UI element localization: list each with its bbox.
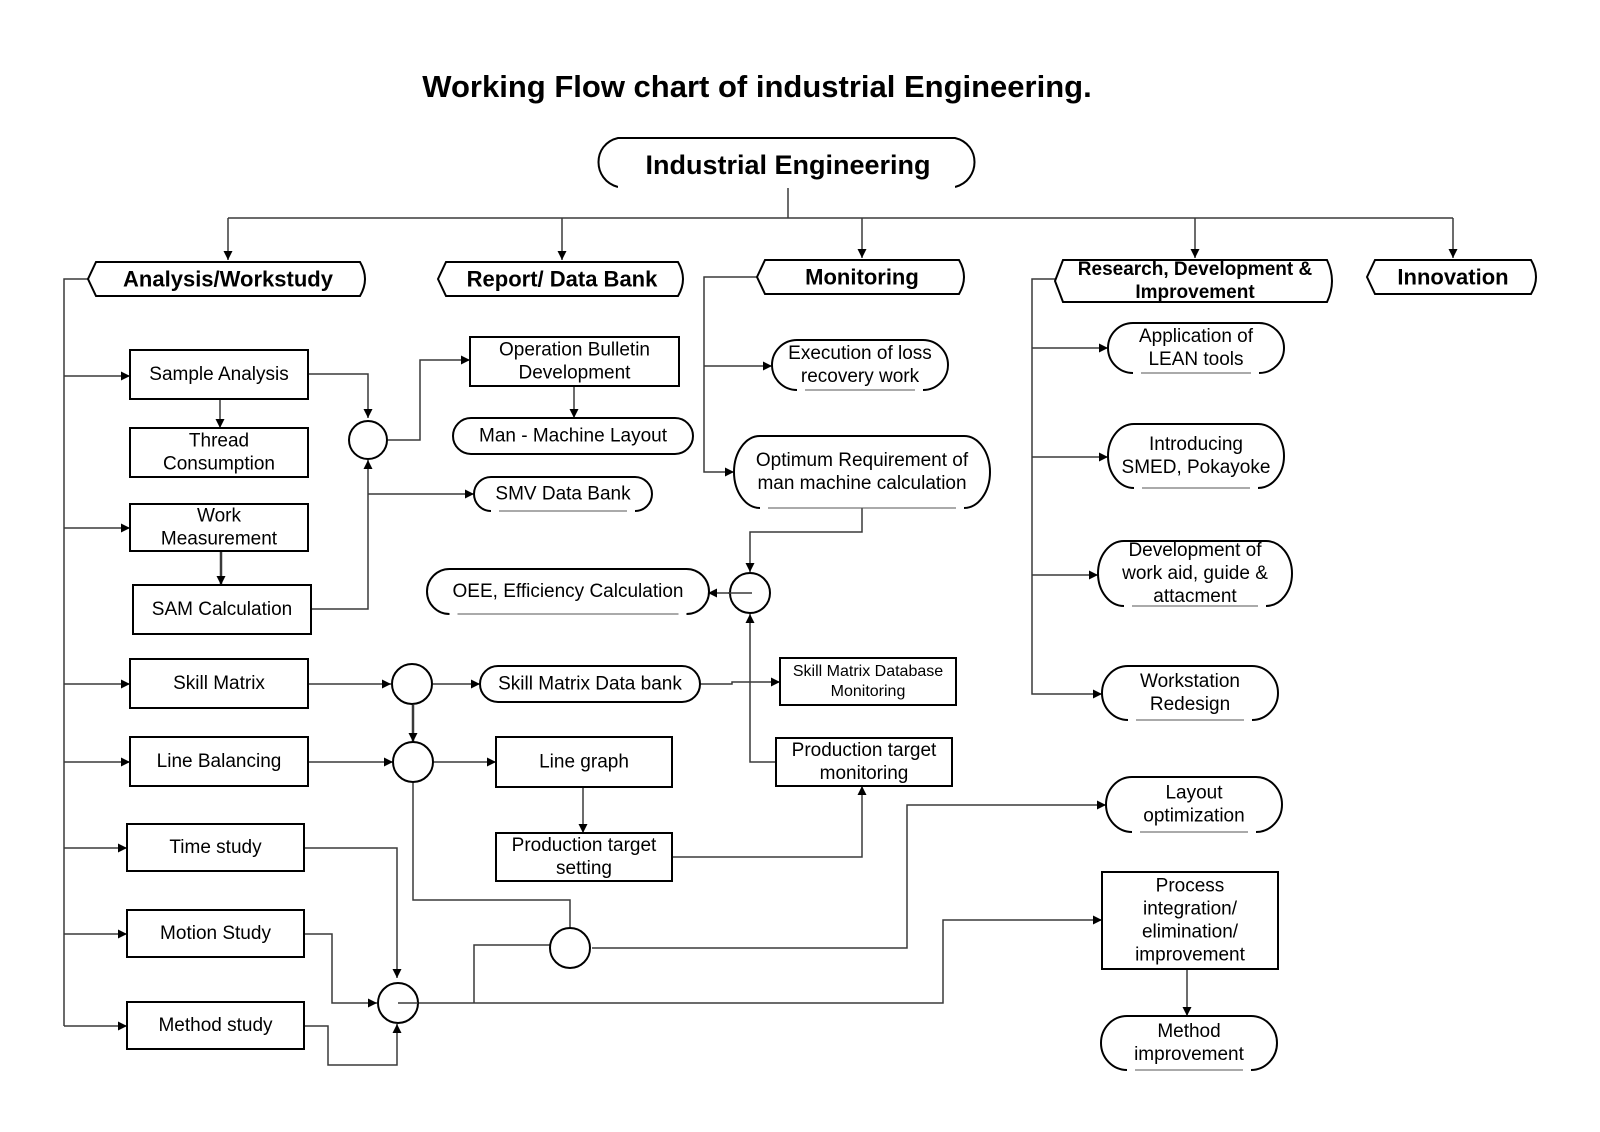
node-label-line: optimization bbox=[1143, 806, 1244, 827]
category-label: Report/ Data Bank bbox=[467, 267, 658, 292]
flowchart-canvas: Working Flow chart of industrial Enginee… bbox=[63, 69, 1537, 1071]
node-skill-matrix[interactable]: Skill Matrix bbox=[129, 658, 309, 709]
node-label-line: improvement bbox=[1134, 1044, 1245, 1065]
category-label: Monitoring bbox=[805, 265, 919, 290]
root-label: Industrial Engineering bbox=[645, 150, 930, 180]
node-skill-matrix-data-bank[interactable]: Skill Matrix Data bank bbox=[479, 665, 701, 703]
junction-operation-bulletin bbox=[348, 420, 388, 460]
node-operation-bulletin[interactable]: Operation BulletinDevelopment bbox=[469, 336, 680, 387]
node-label-line: Execution of loss bbox=[788, 343, 932, 364]
node-label-line: Method study bbox=[158, 1015, 273, 1036]
node-label-line: Monitoring bbox=[831, 683, 906, 700]
node-label-line: Thread bbox=[189, 431, 249, 452]
node-label-line: Work bbox=[197, 506, 241, 527]
node-production-target-setting[interactable]: Production targetsetting bbox=[495, 832, 673, 882]
node-label-line: Application of bbox=[1139, 326, 1254, 347]
node-label-line: Development of bbox=[1128, 540, 1262, 561]
node-label-line: Sample Analysis bbox=[149, 364, 288, 385]
node-method-improvement[interactable]: Methodimprovement bbox=[1100, 1015, 1278, 1071]
category-rdi[interactable]: Research, Development &Improvement bbox=[1053, 259, 1333, 303]
node-label-line: Skill Matrix bbox=[173, 673, 265, 694]
node-label-line: Development bbox=[519, 363, 632, 384]
terminator-shape bbox=[733, 435, 991, 509]
node-label-line: Process bbox=[1156, 876, 1225, 897]
node-oee-efficiency[interactable]: OEE, Efficiency Calculation bbox=[426, 568, 710, 615]
node-production-target-monitoring[interactable]: Production targetmonitoring bbox=[775, 737, 953, 787]
category-innovation[interactable]: Innovation bbox=[1365, 259, 1537, 295]
node-label-line: elimination/ bbox=[1142, 922, 1239, 943]
node-method-study[interactable]: Method study bbox=[126, 1001, 305, 1050]
node-label-line: SAM Calculation bbox=[152, 599, 292, 620]
node-workstation-redesign[interactable]: WorkstationRedesign bbox=[1101, 665, 1279, 721]
node-label-line: Line Balancing bbox=[157, 751, 282, 772]
node-label-line: Consumption bbox=[163, 454, 275, 475]
node-label-line: integration/ bbox=[1143, 899, 1238, 920]
node-label-line: Production target bbox=[792, 740, 937, 761]
category-label: Analysis/Workstudy bbox=[123, 267, 334, 292]
node-label-line: Measurement bbox=[161, 529, 278, 550]
node-label-line: Skill Matrix Database bbox=[793, 663, 943, 680]
node-motion-study[interactable]: Motion Study bbox=[126, 909, 305, 958]
node-label-line: Operation Bulletin bbox=[499, 340, 650, 361]
node-label-line: man machine calculation bbox=[757, 473, 966, 494]
node-label-line: Introducing bbox=[1149, 434, 1243, 455]
node-label-line: Man - Machine Layout bbox=[479, 426, 668, 447]
node-line-balancing[interactable]: Line Balancing bbox=[129, 736, 309, 787]
junction-layout bbox=[549, 927, 591, 969]
node-man-machine-layout[interactable]: Man - Machine Layout bbox=[452, 417, 694, 455]
junction-skill-matrix bbox=[391, 663, 433, 705]
node-lean-tools[interactable]: Application ofLEAN tools bbox=[1107, 322, 1285, 374]
root-node-industrial-engineering[interactable]: Industrial Engineering bbox=[597, 137, 976, 189]
category-report[interactable]: Report/ Data Bank bbox=[436, 261, 684, 297]
node-layout-optimization[interactable]: Layoutoptimization bbox=[1105, 776, 1283, 833]
node-label-line: improvement bbox=[1135, 945, 1246, 966]
node-work-aid[interactable]: Development ofwork aid, guide &attacment bbox=[1097, 540, 1293, 607]
node-label-line: Line graph bbox=[539, 752, 629, 773]
node-label-line: Layout bbox=[1165, 783, 1223, 804]
node-loss-recovery[interactable]: Execution of lossrecovery work bbox=[771, 339, 949, 391]
node-work-measurement[interactable]: WorkMeasurement bbox=[129, 503, 309, 552]
node-label-line: OEE, Efficiency Calculation bbox=[453, 581, 684, 602]
node-label-line: SMV Data Bank bbox=[495, 484, 631, 505]
node-label-line: setting bbox=[556, 858, 612, 879]
junction-line-balancing bbox=[392, 741, 434, 783]
node-label-line: SMED, Pokayoke bbox=[1122, 457, 1271, 478]
category-monitoring[interactable]: Monitoring bbox=[755, 259, 965, 295]
node-label-line: Improvement bbox=[1135, 282, 1255, 303]
node-smv-data-bank[interactable]: SMV Data Bank bbox=[473, 476, 653, 512]
connector-analysis-trunk bbox=[63, 278, 88, 1026]
node-thread-consumption[interactable]: ThreadConsumption bbox=[129, 427, 309, 478]
node-label-line: attacment bbox=[1153, 586, 1237, 607]
node-label-line: Time study bbox=[169, 837, 262, 858]
category-label: Innovation bbox=[1397, 265, 1508, 290]
node-label-line: Research, Development & bbox=[1078, 259, 1313, 280]
node-label-line: Production target bbox=[512, 835, 657, 856]
node-label-line: LEAN tools bbox=[1148, 349, 1243, 370]
node-sample-analysis[interactable]: Sample Analysis bbox=[129, 349, 309, 400]
node-time-study[interactable]: Time study bbox=[126, 823, 305, 872]
node-optimum-requirement[interactable]: Optimum Requirement ofman machine calcul… bbox=[733, 435, 991, 509]
node-label-line: work aid, guide & bbox=[1121, 563, 1268, 584]
node-label-line: recovery work bbox=[801, 366, 920, 387]
node-label-line: Redesign bbox=[1150, 694, 1230, 715]
node-smed-pokayoke[interactable]: IntroducingSMED, Pokayoke bbox=[1107, 423, 1285, 489]
node-label-line: Skill Matrix Data bank bbox=[498, 674, 682, 695]
chart-title: Working Flow chart of industrial Enginee… bbox=[422, 69, 1091, 104]
category-analysis[interactable]: Analysis/Workstudy bbox=[86, 261, 366, 297]
node-label-line: Method bbox=[1157, 1021, 1220, 1042]
node-skill-matrix-db-monitoring[interactable]: Skill Matrix Database Monitoring bbox=[779, 657, 957, 706]
node-label-line: Workstation bbox=[1140, 671, 1240, 692]
node-process-integration[interactable]: Processintegration/elimination/improveme… bbox=[1101, 871, 1279, 970]
node-label-line: monitoring bbox=[820, 763, 909, 784]
node-line-graph[interactable]: Line graph bbox=[495, 736, 673, 788]
node-label-line: Motion Study bbox=[160, 923, 271, 944]
node-sam-calculation[interactable]: SAM Calculation bbox=[132, 584, 312, 635]
node-label-line: Optimum Requirement of bbox=[756, 450, 969, 471]
